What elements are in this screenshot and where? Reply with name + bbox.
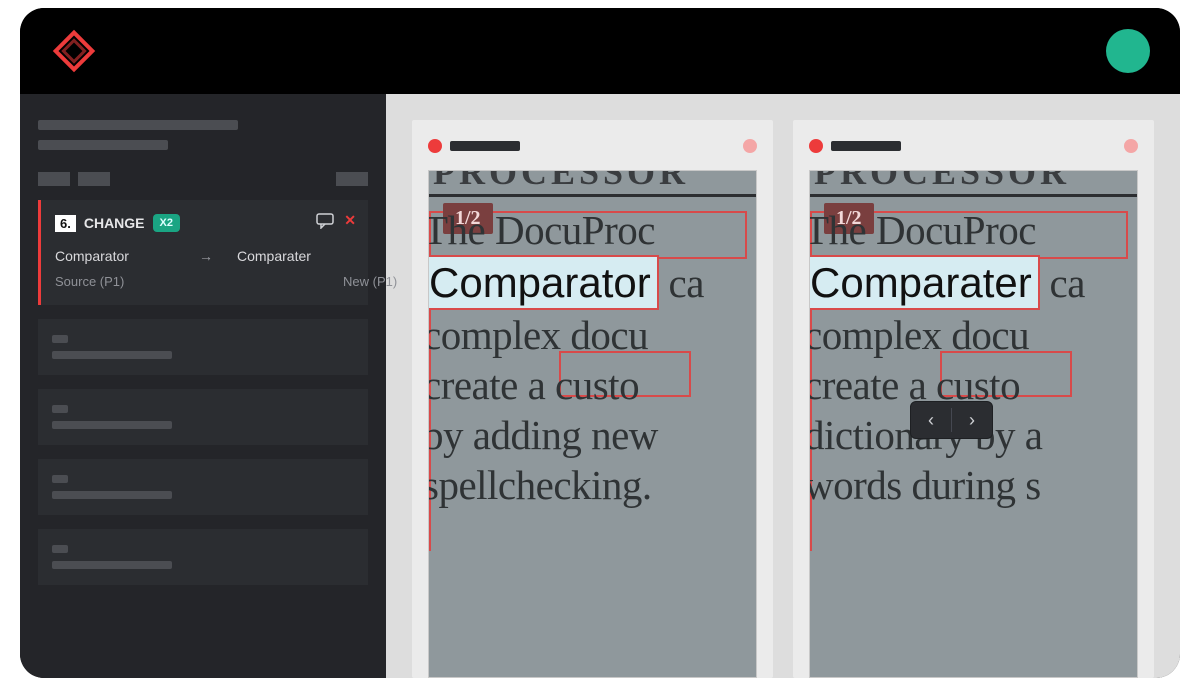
sidebar-title	[38, 120, 368, 150]
sidebar-tab[interactable]	[336, 172, 368, 186]
diff-list-item[interactable]	[38, 459, 368, 515]
diff-list-item[interactable]	[38, 529, 368, 585]
diff-count-badge: X2	[153, 214, 180, 232]
diff-nav-control: ‹ ›	[910, 401, 993, 439]
pane-status-icon	[809, 139, 823, 153]
comparison-viewport: PROCESSOR 1/2 The DocuProc Comparator ca…	[386, 94, 1180, 678]
diff-sidebar: 6. CHANGE X2 ✕ Comparator →	[20, 94, 386, 678]
topbar	[20, 8, 1180, 94]
diff-number: 6.	[55, 215, 76, 232]
sidebar-tab[interactable]	[38, 172, 70, 186]
app-window: 6. CHANGE X2 ✕ Comparator →	[20, 8, 1180, 678]
diff-list-item[interactable]	[38, 389, 368, 445]
new-word: Comparater	[237, 248, 311, 264]
diff-list-item[interactable]	[38, 319, 368, 375]
source-pane: PROCESSOR 1/2 The DocuProc Comparator ca…	[412, 120, 773, 678]
pane-status-icon	[428, 139, 442, 153]
user-avatar[interactable]	[1106, 29, 1150, 73]
new-pane: PROCESSOR 1/2 The DocuProc Comparater ca…	[793, 120, 1154, 678]
highlighted-word: Comparator	[428, 255, 659, 310]
sidebar-tabs	[38, 172, 368, 186]
next-diff-button[interactable]: ›	[952, 402, 992, 438]
diff-type-label: CHANGE	[84, 215, 145, 231]
comment-icon[interactable]	[316, 213, 334, 229]
source-document[interactable]: PROCESSOR 1/2 The DocuProc Comparator ca…	[428, 170, 757, 678]
diff-card-selected[interactable]: 6. CHANGE X2 ✕ Comparator →	[38, 200, 368, 305]
pane-secondary-icon	[1124, 139, 1138, 153]
arrow-right-icon: →	[199, 248, 213, 264]
highlighted-word: Comparater	[809, 255, 1040, 310]
new-document[interactable]: PROCESSOR 1/2 The DocuProc Comparater ca…	[809, 170, 1138, 678]
source-meta: Source (P1)	[55, 274, 175, 289]
pane-secondary-icon	[743, 139, 757, 153]
pane-label	[450, 141, 520, 151]
app-logo-icon	[50, 27, 98, 75]
close-icon[interactable]: ✕	[344, 212, 356, 229]
prev-diff-button[interactable]: ‹	[911, 402, 951, 438]
pane-label	[831, 141, 901, 151]
source-word: Comparator	[55, 248, 175, 264]
sidebar-tab[interactable]	[78, 172, 110, 186]
